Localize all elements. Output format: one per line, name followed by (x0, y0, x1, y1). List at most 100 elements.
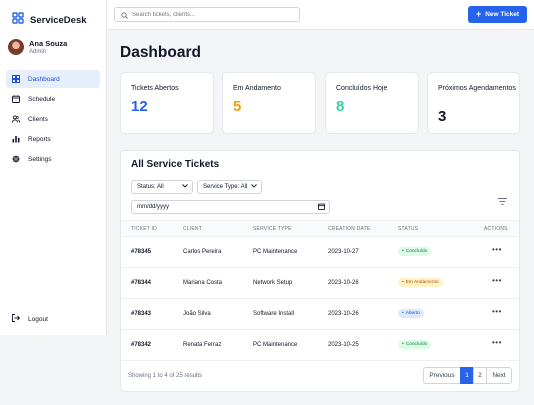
grid-icon (12, 75, 20, 83)
page-button-1[interactable]: 1 (460, 367, 474, 384)
ticket-creation-date: 2023-10-27 (328, 249, 359, 255)
new-ticket-label: New Ticket (485, 11, 520, 18)
stat-label: Tickets Abertos (131, 85, 179, 92)
page-title: Dashboard (120, 44, 201, 61)
stat-card-in-progress: Em Andamento 5 (222, 72, 316, 134)
table-row[interactable]: #78344 Mariana Costa Network Setup 2023-… (121, 268, 519, 299)
status-badge: • Concluído (398, 340, 432, 349)
stat-value: 12 (131, 98, 148, 115)
sidebar-nav: Dashboard Schedule Clients Reports Setti… (6, 70, 100, 170)
more-actions-button[interactable]: ••• (492, 338, 502, 347)
chevron-down-icon (251, 184, 257, 190)
stat-value: 8 (336, 98, 345, 115)
sidebar-item-label: Settings (28, 155, 52, 163)
tickets-panel: All Service Tickets Status: All Service … (120, 150, 520, 392)
status-badge-label: Aberto (405, 311, 420, 316)
ticket-client: Renata Ferraz (183, 342, 222, 348)
sidebar-item-label: Schedule (28, 95, 56, 103)
status-badge-label: Concluído (405, 342, 428, 347)
plus-icon: + (475, 9, 482, 19)
brand[interactable]: ServiceDesk (12, 11, 87, 29)
ticket-service-type: PC Maintenance (253, 249, 298, 255)
column-header-creation-date[interactable]: Creation Date (328, 226, 370, 232)
search-box[interactable] (114, 7, 300, 22)
ticket-service-type: Network Setup (253, 280, 293, 286)
more-actions-button[interactable]: ••• (492, 245, 502, 254)
sidebar-item-reports[interactable]: Reports (6, 130, 100, 148)
service-type-filter-select[interactable]: Service Type: All (197, 180, 262, 194)
ticket-id[interactable]: #78343 (131, 311, 151, 317)
service-type-filter-value: Service Type: All (203, 184, 248, 190)
bar-chart-icon (12, 135, 20, 143)
calendar-icon (12, 95, 20, 103)
sidebar-item-label: Dashboard (28, 75, 60, 83)
stat-card-open: Tickets Abertos 12 (120, 72, 214, 134)
sidebar-item-schedule[interactable]: Schedule (6, 90, 100, 108)
stat-label: Em Andamento (233, 85, 281, 92)
status-badge: • Concluído (398, 247, 432, 256)
stat-value: 5 (233, 98, 242, 115)
ticket-id[interactable]: #78345 (131, 249, 151, 255)
column-header-service-type[interactable]: Service Type (253, 226, 292, 232)
top-bar: + New Ticket (107, 0, 534, 30)
stat-label: Próximos Agendamentos (438, 85, 516, 92)
sidebar-item-label: Reports (28, 135, 51, 143)
panel-title: All Service Tickets (131, 159, 220, 170)
sidebar-item-label: Clients (28, 115, 48, 123)
ticket-creation-date: 2023-10-26 (328, 311, 359, 317)
ticket-client: Mariana Costa (183, 280, 223, 286)
date-filter-placeholder: mm/dd/yyyy (137, 204, 170, 210)
table-row[interactable]: #78345 Carlos Pereira PC Maintenance 202… (121, 237, 519, 268)
column-header-client[interactable]: Client (183, 226, 202, 232)
status-badge: • Aberto (398, 309, 424, 318)
status-filter-value: Status: All (137, 184, 164, 190)
ticket-client: João Silva (183, 311, 211, 317)
chevron-down-icon (182, 184, 188, 190)
users-icon (12, 115, 20, 123)
search-icon (121, 6, 128, 24)
stat-card-upcoming: Próximos Agendamentos 3 (427, 72, 520, 134)
ticket-creation-date: 2023-10-25 (328, 342, 359, 348)
column-header-ticket-id[interactable]: Ticket ID (131, 226, 157, 232)
logo-icon (12, 11, 24, 29)
ticket-id[interactable]: #78344 (131, 280, 151, 286)
status-filter-select[interactable]: Status: All (131, 180, 193, 194)
sidebar: ServiceDesk Ana Souza Admin Dashboard Sc… (0, 0, 107, 335)
logout-button[interactable]: Logout (12, 314, 48, 324)
user-profile[interactable]: Ana Souza Admin (8, 39, 67, 55)
pagination: Previous 1 2 Next (423, 367, 512, 384)
ticket-service-type: Software Install (253, 311, 295, 317)
results-summary: Showing 1 to 4 of 25 results (128, 373, 203, 379)
more-actions-button[interactable]: ••• (492, 307, 502, 316)
stat-value: 3 (438, 108, 447, 125)
filter-icon[interactable] (498, 192, 507, 210)
status-badge-label: Concluído (405, 249, 428, 254)
avatar (8, 39, 24, 55)
search-input[interactable] (132, 11, 292, 18)
sidebar-item-dashboard[interactable]: Dashboard (6, 70, 100, 88)
ticket-creation-date: 2023-10-26 (328, 280, 359, 286)
ticket-id[interactable]: #78342 (131, 342, 151, 348)
sidebar-item-settings[interactable]: Settings (6, 150, 100, 168)
ticket-client: Carlos Pereira (183, 249, 222, 255)
status-badge: • Em Andamento (398, 278, 443, 287)
page-button-2[interactable]: 2 (473, 367, 487, 384)
column-header-status[interactable]: Status (398, 226, 418, 232)
table-row[interactable]: #78342 Renata Ferraz PC Maintenance 2023… (121, 330, 519, 361)
table-row[interactable]: #78343 João Silva Software Install 2023-… (121, 299, 519, 330)
new-ticket-button[interactable]: + New Ticket (468, 6, 527, 23)
date-filter-input[interactable]: mm/dd/yyyy (131, 200, 330, 214)
calendar-icon[interactable] (318, 203, 325, 212)
status-badge-label: Em Andamento (405, 280, 439, 285)
ticket-service-type: PC Maintenance (253, 342, 298, 348)
more-actions-button[interactable]: ••• (492, 276, 502, 285)
next-page-button[interactable]: Next (486, 367, 512, 384)
previous-page-button[interactable]: Previous (423, 367, 461, 384)
logout-label: Logout (28, 315, 48, 323)
user-name: Ana Souza (29, 39, 68, 48)
column-header-actions: Actions (484, 226, 508, 232)
user-role: Admin (29, 49, 47, 55)
stat-card-completed: Concluídos Hoje 8 (325, 72, 419, 134)
table-header: Ticket ID Client Service Type Creation D… (121, 220, 519, 237)
sidebar-item-clients[interactable]: Clients (6, 110, 100, 128)
